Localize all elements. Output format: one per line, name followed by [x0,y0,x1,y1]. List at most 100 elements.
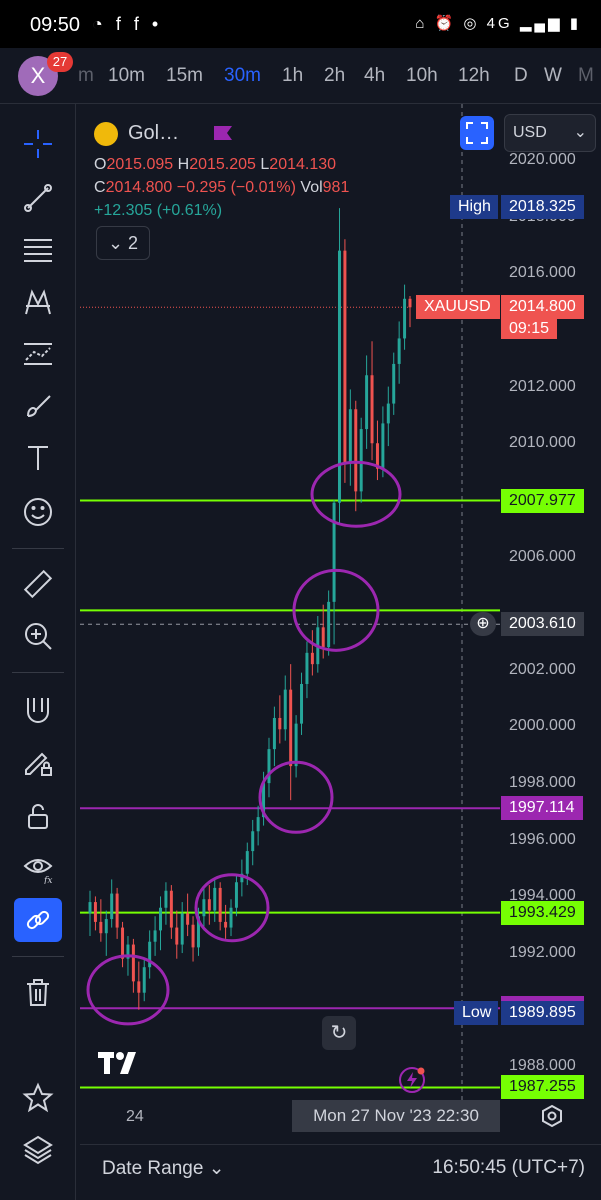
low-tag: Low [454,1000,498,1025]
pencil-lock-icon [25,752,52,776]
price-chart[interactable]: Gol… O2015.095 H2015.205 L2014.130 C2014… [80,104,601,1144]
timeframe-toolbar: X 27 m 10m 15m 30m 1h 2h 4h 10h 12h D W M [0,48,601,104]
candle-body [283,689,287,730]
brush-tool[interactable] [14,384,62,428]
candle-body [164,890,168,908]
notification-icons: ◔ f f • [92,14,163,34]
candle-body [251,831,255,852]
crosshair-tool[interactable] [14,122,62,166]
candle-body [169,890,173,928]
candle-body [348,409,352,464]
svg-text:fx: fx [43,876,52,884]
timeframe-tab[interactable]: W [544,65,562,87]
settings-hexagon-icon[interactable] [540,1104,564,1128]
fib-retracement-tool[interactable] [14,228,62,272]
star-icon [22,1082,54,1113]
bolt-icon[interactable] [398,1066,426,1094]
symbol-name[interactable]: Gol… [128,122,179,145]
timeframe-tab[interactable]: 1h [282,65,303,87]
ohlc-row-3: +12.305 (+0.61%) [94,202,474,220]
forecast-icon [24,343,52,365]
remove-drawings-tool[interactable] [14,970,62,1014]
candle-body [224,921,228,928]
y-axis-tick: 2010.000 [509,434,576,452]
candle-body [121,927,125,959]
ohlc-row-2: C2014.800 −0.295 (−0.01%) Vol981 [94,179,350,196]
candle-body [310,652,314,665]
timezone-clock[interactable]: 16:50:45 (UTC+7) [432,1157,585,1179]
zoom-in-icon [25,623,52,650]
candle-body [321,627,325,648]
bottom-bar: Date Range ⌄ 16:50:45 (UTC+7) [80,1144,601,1200]
timeframe-tab[interactable]: 12h [458,65,490,87]
candle-body [234,882,238,908]
candle-body [175,927,179,945]
trash-icon [27,979,49,1006]
y-axis-tick: 1998.000 [509,774,576,792]
favorites-tool[interactable] [14,1076,62,1120]
date-range-button[interactable]: Date Range ⌄ [102,1157,225,1180]
tradingview-logo [98,1052,136,1074]
indicator-count: 2 [128,233,139,253]
pattern-icon [25,289,51,315]
forecast-tool[interactable] [14,332,62,376]
timeframe-tab[interactable]: 4h [364,65,385,87]
x-axis-tick: 24 [126,1108,144,1125]
candle-body [99,921,103,934]
currency-select[interactable]: USD ⌄ [504,114,596,152]
y-axis-tick: 2016.000 [509,264,576,282]
visibility-tool[interactable]: fx [14,846,62,890]
reset-chart-button[interactable]: ↻ [322,1016,356,1050]
candle-body [327,601,331,648]
candle-body [392,363,396,404]
candle-body [397,338,401,364]
timeframe-tab[interactable]: 2h [324,65,345,87]
low-value: 1989.895 [501,1000,584,1025]
ruler-tool[interactable] [14,562,62,606]
day-change-value: +12.305 (+0.61%) [94,202,223,219]
fullscreen-button[interactable] [460,116,494,150]
add-alert-plus-icon[interactable]: ⊕ [470,612,496,637]
flag-icon[interactable] [212,124,234,142]
y-axis-tick: 1992.000 [509,944,576,962]
link-tool[interactable] [14,898,62,942]
magnet-icon [27,698,49,723]
open-value: 2015.095 [106,156,174,173]
timeframe-tab[interactable]: m [78,65,94,87]
timeframe-tab[interactable]: D [514,65,528,87]
candle-body [153,930,157,942]
candle-body [207,899,211,911]
object-tree-tool[interactable] [14,1128,62,1172]
candle-body [381,423,385,469]
candle-body [142,967,146,993]
magnet-tool[interactable] [14,688,62,732]
last-price-value: 2014.800 [501,295,584,320]
pattern-tool[interactable] [14,280,62,324]
status-bar: 09:50 ◔ f f • ⌂ ⏰ ◎ 4G ▂▄▆ ▮ [0,0,601,48]
candle-body [202,899,206,917]
bar-countdown: 09:15 [501,319,558,340]
trend-line-tool[interactable] [14,176,62,220]
fib-lines-icon [24,239,52,262]
candle-body [408,298,412,308]
timeframe-tab[interactable]: 15m [166,65,203,87]
timeframe-tab[interactable]: 10m [108,65,145,87]
unlock-tool[interactable] [14,794,62,838]
candle-body [305,652,309,684]
legend-collapse-button[interactable]: ⌄ 2 [96,226,150,260]
crosshair-icon [24,130,52,158]
emoji-tool[interactable] [14,490,62,534]
timeframe-tab[interactable]: M [578,65,594,87]
horizontal-line-label: 1993.429 [501,900,584,925]
candle-body [256,817,260,832]
eye-icon: fx [23,859,53,884]
y-axis-tick: 2012.000 [509,377,576,395]
candle-body [272,717,276,750]
timeframe-tab[interactable]: 10h [406,65,438,87]
horizontal-line-label: 1987.255 [501,1075,584,1100]
text-tool[interactable] [14,436,62,480]
lock-drawings-tool[interactable] [14,740,62,784]
timeframe-tab[interactable]: 30m [224,65,261,87]
candle-body [403,298,407,339]
zoom-in-tool[interactable] [14,614,62,658]
